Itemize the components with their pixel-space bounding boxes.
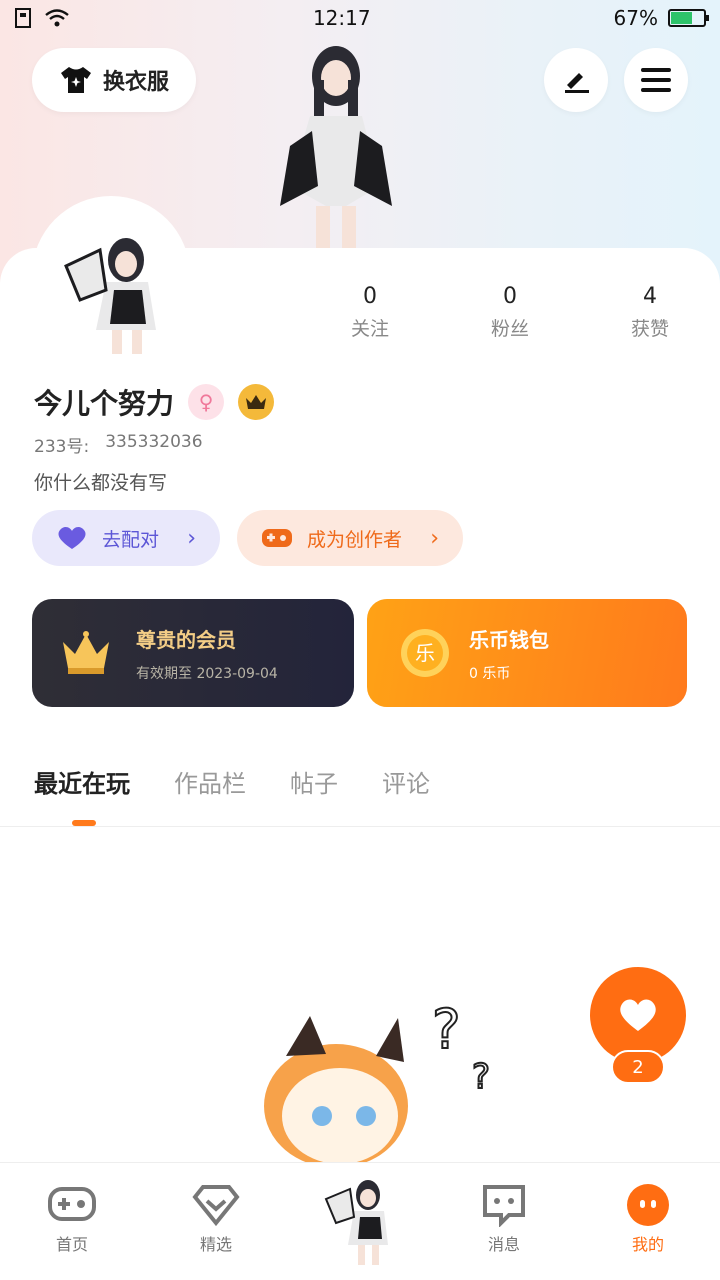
status-icons-right: 67% xyxy=(613,6,709,30)
heart-gem-icon xyxy=(192,1185,240,1227)
chevron-right-icon: › xyxy=(187,525,196,551)
stat-fans[interactable]: 0 粉丝 xyxy=(440,284,580,341)
chevron-right-icon: › xyxy=(430,525,439,551)
nav-home[interactable]: 首页 xyxy=(0,1163,144,1280)
dress-up-button[interactable]: 换衣服 xyxy=(32,48,196,112)
user-id-label: 233号: xyxy=(34,437,90,457)
stat-likes-label: 获赞 xyxy=(630,318,669,340)
battery-icon xyxy=(668,9,709,27)
heart-icon xyxy=(620,999,656,1031)
crown-icon[interactable] xyxy=(238,384,275,420)
nav-home-label: 首页 xyxy=(55,1235,88,1254)
tab-recently-played[interactable]: 最近在玩 xyxy=(34,764,130,826)
wallet-balance: 0 乐币 xyxy=(469,665,511,682)
profile-stats: 0 关注 0 粉丝 4 获赞 xyxy=(300,284,720,341)
coin-icon: 乐 xyxy=(401,629,449,677)
notification-icon xyxy=(15,8,31,28)
tab-posts[interactable]: 帖子 xyxy=(290,764,338,799)
profile-tabs: 最近在玩 作品栏 帖子 评论 xyxy=(34,764,430,826)
bottom-navigation: 首页 精选 消息 我的 xyxy=(0,1162,720,1280)
nav-featured-label: 精选 xyxy=(199,1235,232,1254)
coin-glyph: 乐 xyxy=(415,641,435,665)
stat-following-value: 0 xyxy=(363,284,377,309)
stat-likes-value: 4 xyxy=(643,284,657,309)
menu-button[interactable] xyxy=(624,48,688,112)
name-row: 今儿个努力 ♀ xyxy=(34,382,275,422)
stat-fans-label: 粉丝 xyxy=(490,318,529,340)
gamepad-icon xyxy=(262,529,292,547)
nav-featured[interactable]: 精选 xyxy=(144,1163,288,1280)
vip-title: 尊贵的会员 xyxy=(136,627,236,652)
tab-divider xyxy=(0,826,720,827)
female-icon: ♀ xyxy=(188,384,225,420)
vip-expiry: 有效期至 2023-09-04 xyxy=(136,665,278,682)
nav-messages[interactable]: 消息 xyxy=(432,1163,576,1280)
nav-me[interactable]: 我的 xyxy=(576,1163,720,1280)
profile-avatar[interactable] xyxy=(56,230,166,354)
vip-membership-card[interactable]: 尊贵的会员 有效期至 2023-09-04 xyxy=(32,599,354,707)
wallet-title: 乐币钱包 xyxy=(469,627,549,652)
svg-text:?: ? xyxy=(472,1057,490,1097)
dress-up-label: 换衣服 xyxy=(102,70,169,95)
tab-works[interactable]: 作品栏 xyxy=(174,764,246,799)
become-creator-button[interactable]: 成为创作者 › xyxy=(237,510,463,566)
pencil-icon xyxy=(565,73,589,93)
match-button[interactable]: 去配对 › xyxy=(32,510,220,566)
nav-messages-label: 消息 xyxy=(487,1235,520,1254)
avatar-thumbnail xyxy=(324,1180,388,1265)
status-bar: 12:17 67% xyxy=(0,0,720,36)
stat-likes[interactable]: 4 获赞 xyxy=(580,284,720,341)
svg-text:?: ? xyxy=(432,998,461,1061)
crown-icon xyxy=(63,631,109,674)
match-label: 去配对 xyxy=(102,528,160,551)
status-icons-left xyxy=(14,7,70,29)
status-time: 12:17 xyxy=(312,6,371,30)
gamepad-icon xyxy=(48,1187,96,1221)
likes-count-badge: 2 xyxy=(611,1050,665,1084)
battery-percent: 67% xyxy=(613,6,658,30)
profile-face-icon xyxy=(627,1184,669,1226)
chat-icon xyxy=(483,1185,525,1227)
nav-avatar[interactable] xyxy=(288,1163,432,1280)
creator-label: 成为创作者 xyxy=(307,528,403,551)
avatar-3d-figure[interactable] xyxy=(250,36,410,250)
hamburger-icon xyxy=(641,68,671,92)
nav-me-label: 我的 xyxy=(631,1235,664,1254)
tab-comments[interactable]: 评论 xyxy=(382,764,430,799)
stat-fans-value: 0 xyxy=(503,284,517,309)
likes-float-button[interactable] xyxy=(590,967,686,1063)
empty-state-mascot: ? ? xyxy=(264,997,491,1164)
username: 今儿个努力 xyxy=(34,387,175,420)
user-id-line: 233号: 335332036 xyxy=(34,432,203,457)
stat-following[interactable]: 0 关注 xyxy=(300,284,440,341)
stat-following-label: 关注 xyxy=(350,318,389,340)
wallet-card[interactable]: 乐 乐币钱包 0 乐币 xyxy=(367,599,687,707)
edit-profile-button[interactable] xyxy=(544,48,608,112)
heart-icon xyxy=(58,527,86,549)
user-id-value[interactable]: 335332036 xyxy=(105,432,202,457)
wifi-icon xyxy=(45,9,69,27)
tshirt-icon xyxy=(60,67,91,93)
user-bio[interactable]: 你什么都没有写 xyxy=(34,468,167,495)
